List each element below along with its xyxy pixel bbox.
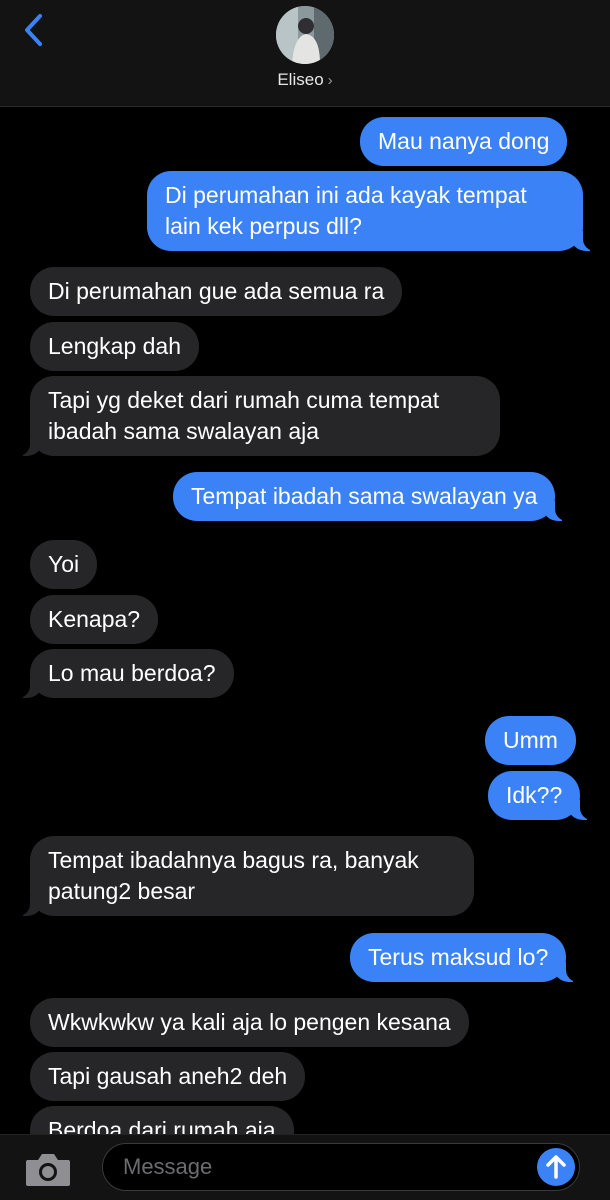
message-text: Tempat ibadahnya bagus ra, banyak patung… [48,847,419,904]
contact-name: Eliseo [277,70,324,89]
incoming-message[interactable]: Tapi gausah aneh2 deh [30,1052,306,1101]
camera-button[interactable] [24,1151,72,1187]
incoming-message[interactable]: Yoi [30,540,98,589]
outgoing-message[interactable]: Di perumahan ini ada kayak tempat lain k… [147,171,599,251]
camera-icon [26,1154,70,1186]
message-text: Di perumahan gue ada semua ra [48,278,385,304]
incoming-message[interactable]: Lo mau berdoa? [14,649,234,698]
message-text: Lo mau berdoa? [48,660,216,686]
arrow-up-icon [546,1155,566,1179]
avatar[interactable] [276,6,334,64]
outgoing-message[interactable]: Terus maksud lo? [350,933,583,982]
incoming-message[interactable]: Lengkap dah [30,322,200,371]
incoming-message[interactable]: Tempat ibadahnya bagus ra, banyak patung… [14,836,474,916]
send-button[interactable] [537,1148,575,1186]
message-text: Tapi yg deket dari rumah cuma tempat iba… [48,387,440,444]
message-text: Berdoa dari rumah aja [48,1117,276,1134]
message-text: Tempat ibadah sama swalayan ya [191,483,538,509]
incoming-message[interactable]: Wkwkwkw ya kali aja lo pengen kesana [30,998,469,1047]
incoming-message[interactable]: Di perumahan gue ada semua ra [30,267,403,316]
outgoing-message[interactable]: Umm [485,716,576,765]
conversation-header: Eliseo › [0,0,610,107]
chevron-left-icon [25,14,42,46]
outgoing-message[interactable]: Idk?? [488,771,597,820]
message-text: Mau nanya dong [378,128,550,154]
message-input[interactable]: Message [102,1143,580,1191]
message-text: Kenapa? [48,606,141,632]
back-button[interactable] [18,12,52,52]
message-text: Wkwkwkw ya kali aja lo pengen kesana [48,1009,451,1035]
message-text: Tapi gausah aneh2 deh [48,1063,288,1089]
composer-bar: Message [0,1134,610,1200]
message-text: Yoi [48,551,80,577]
message-text: Lengkap dah [48,333,182,359]
message-placeholder: Message [123,1154,213,1179]
incoming-message[interactable]: Berdoa dari rumah aja [30,1106,294,1134]
message-text: Terus maksud lo? [368,944,549,970]
incoming-message[interactable]: Tapi yg deket dari rumah cuma tempat iba… [14,376,500,456]
chevron-right-icon: › [327,72,333,89]
avatar-photo [276,6,334,64]
message-text: Di perumahan ini ada kayak tempat lain k… [165,182,527,239]
incoming-message[interactable]: Kenapa? [30,595,159,644]
contact-name-button[interactable]: Eliseo › [0,70,610,90]
message-text: Idk?? [506,782,563,808]
message-thread[interactable]: Mau nanya dong Di perumahan ini ada kaya… [0,107,610,1134]
message-text: Umm [503,727,558,753]
outgoing-message[interactable]: Mau nanya dong [360,117,568,166]
outgoing-message[interactable]: Tempat ibadah sama swalayan ya [173,472,572,521]
